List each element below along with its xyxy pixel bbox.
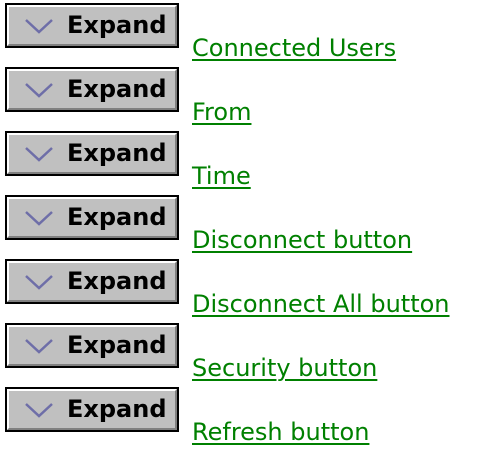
list-item: Expand Connected Users: [0, 0, 481, 64]
topic-link-text: Refresh button: [192, 418, 370, 446]
expand-button-label: Expand: [67, 331, 167, 359]
chevron-down-icon: [25, 275, 53, 290]
expand-button[interactable]: Expand: [5, 259, 179, 304]
topic-link-text: Security button: [192, 354, 378, 382]
list-item: Expand Refresh button: [0, 384, 481, 448]
expand-button-label: Expand: [67, 395, 167, 423]
chevron-down-icon: [25, 147, 53, 162]
expand-button[interactable]: Expand: [5, 3, 179, 48]
topic-link-disconnect-all-button[interactable]: Disconnect All button: [182, 289, 450, 319]
chevron-down-icon: [25, 211, 53, 226]
topic-link-text: Connected Users: [192, 34, 397, 62]
expand-button-label: Expand: [67, 11, 167, 39]
expand-button-label: Expand: [67, 267, 167, 295]
topic-link-text: Time: [192, 162, 251, 190]
expand-button[interactable]: Expand: [5, 387, 179, 432]
list-item: Expand Security button: [0, 320, 481, 384]
chevron-down-icon: [25, 83, 53, 98]
expand-button[interactable]: Expand: [5, 67, 179, 112]
expand-button[interactable]: Expand: [5, 323, 179, 368]
topic-link-security-button[interactable]: Security button: [182, 353, 377, 383]
topic-link-from[interactable]: From: [182, 97, 251, 127]
chevron-down-icon: [25, 403, 53, 418]
expand-button-label: Expand: [67, 203, 167, 231]
list-item: Expand Disconnect button: [0, 192, 481, 256]
topic-link-text: Disconnect All button: [192, 290, 450, 318]
topic-link-connected-users[interactable]: Connected Users: [182, 33, 396, 63]
topic-link-text: From: [192, 98, 252, 126]
help-topic-list: Expand Connected Users Expand From Expan…: [0, 0, 481, 454]
expand-button[interactable]: Expand: [5, 131, 179, 176]
topic-link-time[interactable]: Time: [182, 161, 251, 191]
topic-link-refresh-button[interactable]: Refresh button: [182, 417, 369, 447]
chevron-down-icon: [25, 19, 53, 34]
expand-button-label: Expand: [67, 75, 167, 103]
expand-button-label: Expand: [67, 139, 167, 167]
list-item: Expand Disconnect All button: [0, 256, 481, 320]
list-item: Expand Time: [0, 128, 481, 192]
list-item: Expand From: [0, 64, 481, 128]
expand-button[interactable]: Expand: [5, 195, 179, 240]
topic-link-text: Disconnect button: [192, 226, 413, 254]
chevron-down-icon: [25, 339, 53, 354]
topic-link-disconnect-button[interactable]: Disconnect button: [182, 225, 412, 255]
